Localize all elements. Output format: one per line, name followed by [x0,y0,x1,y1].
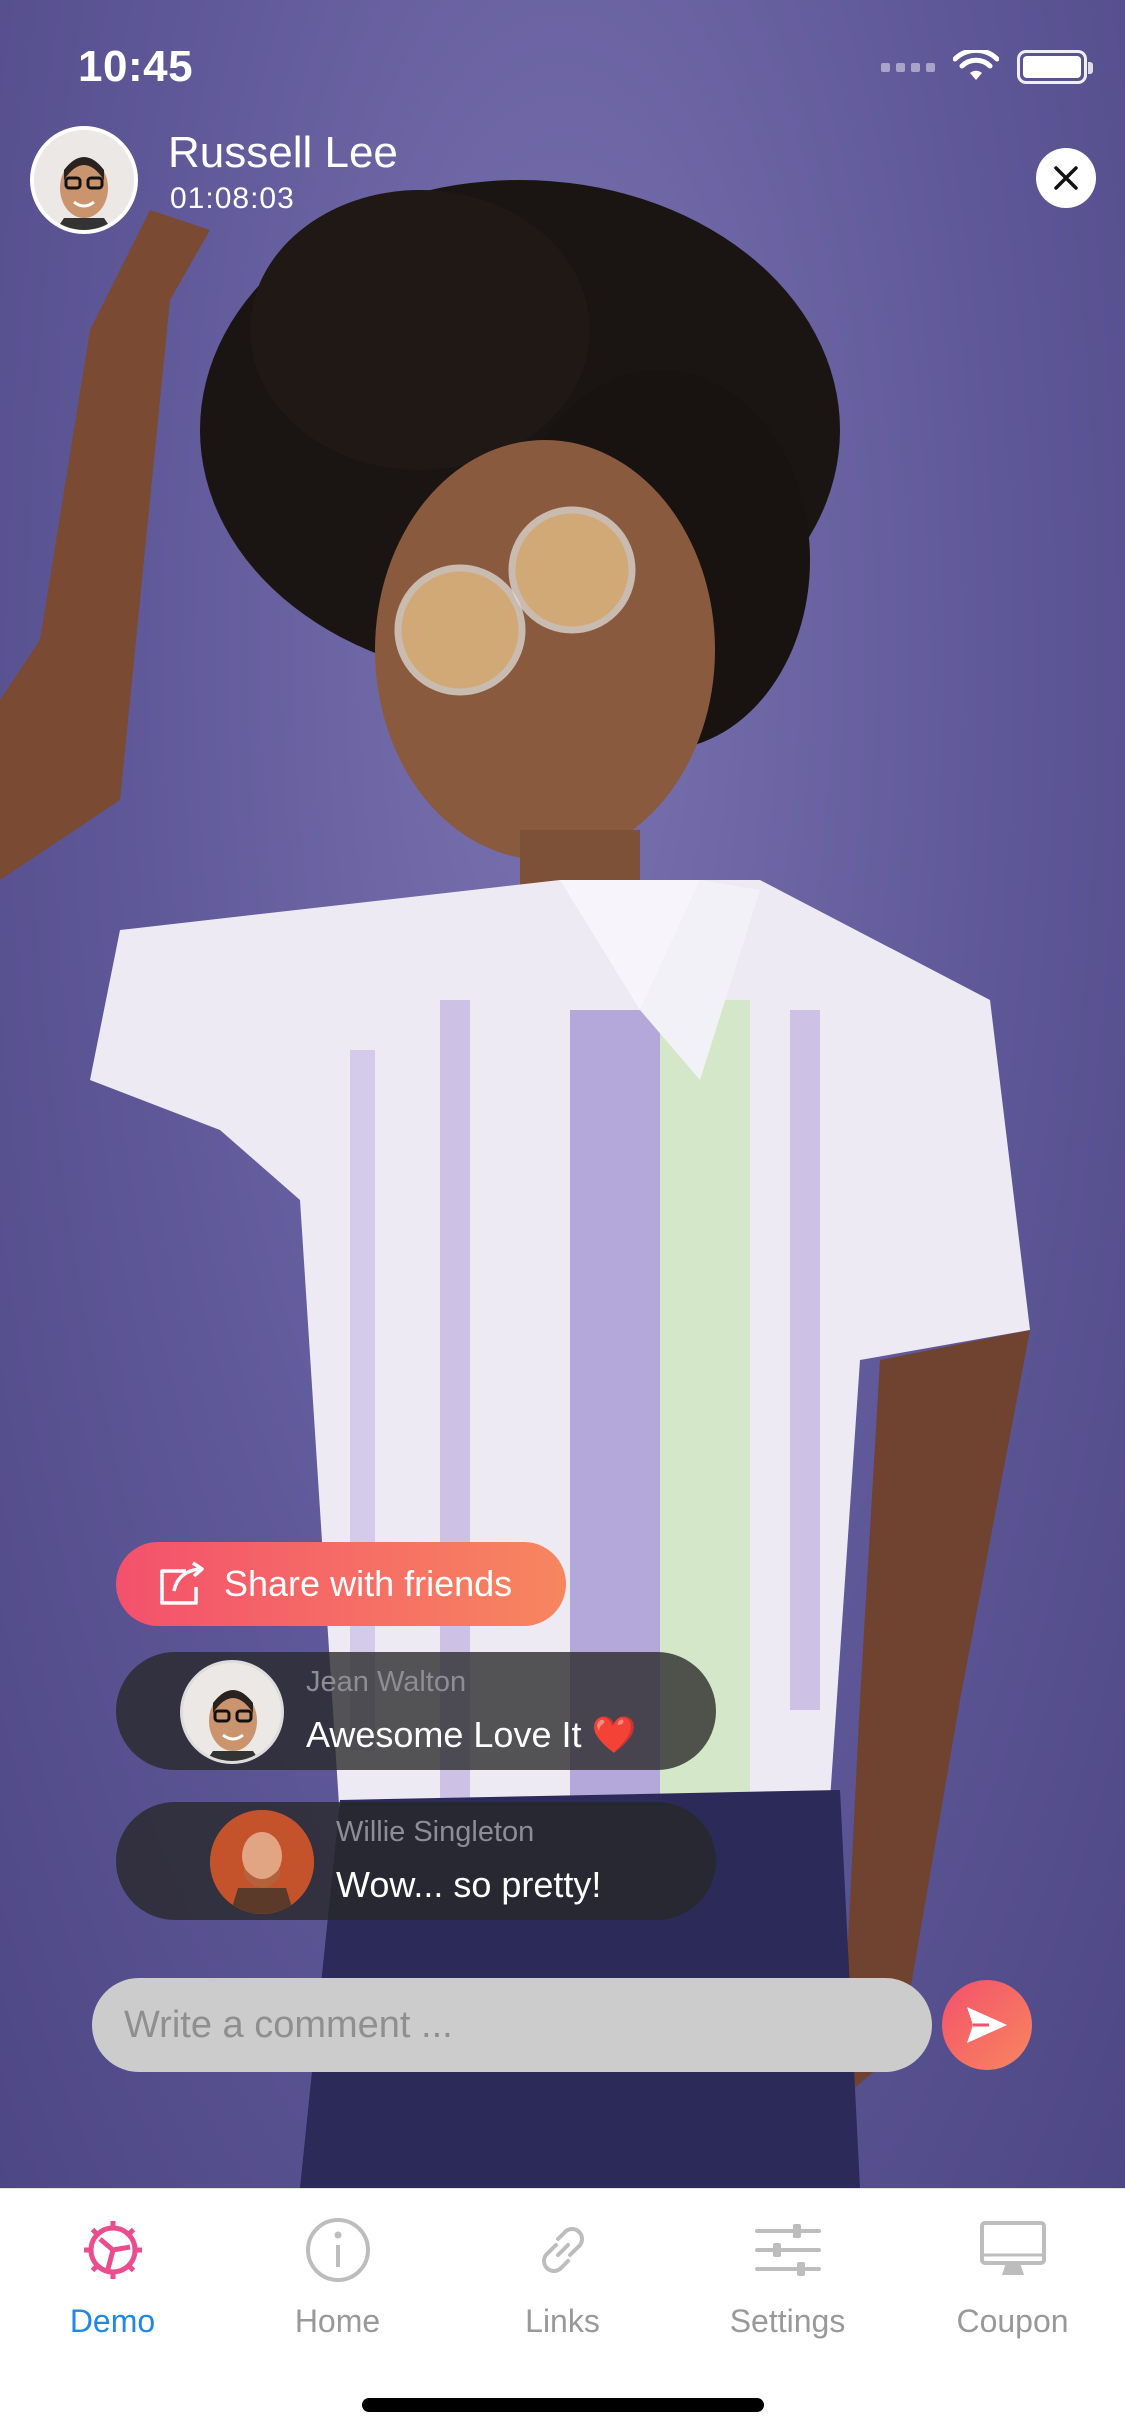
tab-home[interactable]: Home [225,2209,450,2359]
home-indicator[interactable] [362,2398,764,2412]
monitor-icon [979,2221,1046,2275]
close-button[interactable] [1036,148,1096,208]
share-icon [160,1561,204,1605]
host-avatar-image [34,130,134,230]
wifi-icon [953,50,999,80]
status-indicators [881,50,1093,84]
tab-settings[interactable]: Settings [675,2209,900,2359]
tab-links[interactable]: Links [450,2209,675,2359]
comment-message: Wow... so pretty! [336,1864,602,1905]
commenter-avatar[interactable] [210,1810,314,1914]
tab-label: Links [525,2303,600,2339]
sliders-icon [754,2224,821,2276]
tab-label: Settings [729,2303,846,2339]
info-icon [305,2218,370,2282]
share-label: Share with friends [224,1563,513,1604]
commenter-avatar-image [183,1663,281,1761]
share-with-friends-button[interactable]: Share with friends [116,1542,566,1626]
gear-icon [83,2221,142,2279]
comment-message: Awesome Love It ❤️ [306,1714,637,1755]
close-icon [1054,166,1078,190]
commenter-avatar[interactable] [180,1660,284,1764]
comment-author: Jean Walton [306,1666,467,1698]
comment-item: Jean Walton Awesome Love It ❤️ [116,1652,716,1770]
comment-input[interactable] [92,1978,932,2072]
comment-item: Willie Singleton Wow... so pretty! [116,1802,716,1920]
battery-icon [1017,50,1093,84]
commenter-avatar-image [210,1810,314,1914]
host-avatar[interactable] [30,126,138,234]
tab-coupon[interactable]: Coupon [900,2209,1125,2359]
status-time: 10:45 [78,42,194,91]
live-timer: 01:08:03 [170,182,295,215]
send-icon [967,2007,1007,2043]
link-icon [541,2227,584,2273]
tab-label: Demo [69,2303,156,2339]
send-button[interactable] [942,1980,1032,2070]
cellular-signal-icon [881,62,935,72]
host-name: Russell Lee [168,128,398,177]
tab-label: Home [294,2303,381,2339]
comment-author: Willie Singleton [336,1816,535,1848]
tab-label: Coupon [956,2303,1069,2339]
tab-demo[interactable]: Demo [0,2209,225,2359]
